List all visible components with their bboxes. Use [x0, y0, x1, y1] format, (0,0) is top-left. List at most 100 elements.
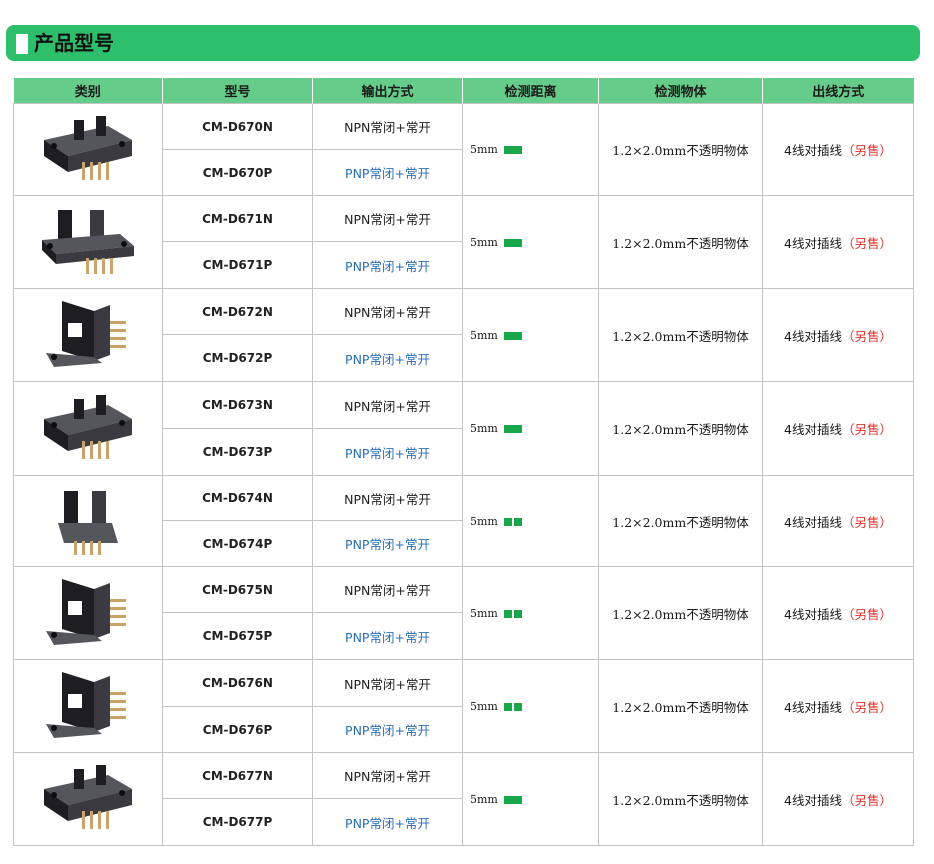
- distance-marker-icon: [503, 702, 522, 711]
- model-pnp: CM-D674P: [162, 520, 313, 567]
- table-row: CM-D676N NPN常闭+常开 5mm 1.2×2.0mm不透明物体 4线对插线（另…: [13, 659, 914, 753]
- output-npn: NPN常闭+常开: [312, 195, 463, 242]
- distance-marker-icon: [503, 609, 522, 618]
- detection-distance: 5mm: [462, 288, 599, 382]
- model-npn: CM-D671N: [162, 195, 313, 242]
- output-npn: NPN常闭+常开: [312, 566, 463, 613]
- output-pnp: PNP常闭+常开: [312, 798, 463, 846]
- detection-distance: 5mm: [462, 566, 599, 660]
- header-model: 型号: [162, 78, 313, 104]
- slot-optical-sensor-icon: [46, 301, 126, 367]
- detection-object: 1.2×2.0mm不透明物体: [598, 195, 763, 289]
- output-pnp: PNP常闭+常开: [312, 334, 463, 382]
- model-pnp: CM-D675P: [162, 612, 313, 660]
- distance-marker-icon: [503, 146, 522, 154]
- model-npn: CM-D673N: [162, 381, 313, 429]
- sold-separately-note: （另售）: [841, 606, 892, 622]
- table-row: CM-D675N NPN常闭+常开 5mm 1.2×2.0mm不透明物体 4线对插线（另…: [13, 566, 914, 660]
- table-header-row: 类别 型号 输出方式 检测距离 检测物体 出线方式: [13, 78, 914, 104]
- slot-optical-sensor-icon: [46, 672, 126, 738]
- output-npn: NPN常闭+常开: [312, 103, 463, 150]
- distance-marker-icon: [503, 425, 522, 433]
- model-npn: CM-D670N: [162, 103, 313, 150]
- detection-object: 1.2×2.0mm不透明物体: [598, 475, 763, 567]
- model-pnp: CM-D677P: [162, 798, 313, 846]
- wiring-label: 4线对插线: [784, 514, 842, 530]
- product-image-cell: [13, 475, 163, 567]
- detection-object: 1.2×2.0mm不透明物体: [598, 752, 763, 846]
- header-object: 检测物体: [598, 78, 763, 104]
- wiring-label: 4线对插线: [784, 422, 842, 437]
- distance-marker-icon: [503, 331, 522, 340]
- wiring-method: 4线对插线（另售）: [762, 475, 914, 567]
- slot-optical-sensor-icon: [44, 115, 132, 180]
- wiring-label: 4线对插线: [784, 328, 842, 344]
- product-model-table: 类别 型号 输出方式 检测距离 检测物体 出线方式 CM-D670N NPN常闭+…: [13, 78, 914, 846]
- detection-object: 1.2×2.0mm不透明物体: [598, 566, 763, 660]
- sold-separately-note: （另售）: [841, 328, 892, 344]
- output-npn: NPN常闭+常开: [312, 288, 463, 335]
- model-npn: CM-D675N: [162, 566, 313, 613]
- title-marker: [16, 34, 28, 54]
- distance-marker-icon: [503, 238, 522, 247]
- detection-distance: 5mm: [462, 381, 599, 476]
- output-pnp: PNP常闭+常开: [312, 149, 463, 196]
- output-npn: NPN常闭+常开: [312, 381, 463, 429]
- distance-value: 5mm: [470, 235, 498, 249]
- product-image-cell: [13, 566, 163, 660]
- detection-distance: 5mm: [462, 195, 599, 289]
- output-npn: NPN常闭+常开: [312, 475, 463, 521]
- sold-separately-note: （另售）: [841, 514, 892, 530]
- page-title: 产品型号: [34, 31, 114, 55]
- slot-optical-sensor-icon: [44, 765, 132, 829]
- output-pnp: PNP常闭+常开: [312, 241, 463, 289]
- product-image-cell: [13, 288, 163, 382]
- distance-value: 5mm: [470, 514, 498, 528]
- detection-object: 1.2×2.0mm不透明物体: [598, 103, 763, 196]
- distance-value: 5mm: [470, 699, 498, 713]
- wiring-label: 4线对插线: [784, 235, 842, 251]
- output-pnp: PNP常闭+常开: [312, 428, 463, 476]
- sold-separately-note: （另售）: [841, 235, 892, 251]
- model-npn: CM-D674N: [162, 475, 313, 521]
- detection-distance: 5mm: [462, 659, 599, 753]
- model-pnp: CM-D676P: [162, 706, 313, 753]
- product-image-cell: [13, 103, 163, 196]
- wiring-method: 4线对插线（另售）: [762, 566, 914, 660]
- distance-value: 5mm: [470, 143, 498, 156]
- distance-value: 5mm: [470, 792, 498, 806]
- product-image-cell: [13, 381, 163, 476]
- wiring-method: 4线对插线（另售）: [762, 752, 914, 846]
- detection-object: 1.2×2.0mm不透明物体: [598, 381, 763, 476]
- header-distance: 检测距离: [462, 78, 599, 104]
- wiring-label: 4线对插线: [784, 143, 842, 158]
- distance-value: 5mm: [470, 606, 498, 620]
- table-row: CM-D674N NPN常闭+常开 5mm 1.2×2.0mm不透明物体 4线对插线（另…: [13, 475, 914, 567]
- wiring-label: 4线对插线: [784, 699, 842, 715]
- detection-distance: 5mm: [462, 103, 599, 196]
- model-pnp: CM-D671P: [162, 241, 313, 289]
- slot-optical-sensor-icon: [46, 579, 126, 645]
- sold-separately-note: （另售）: [841, 422, 892, 437]
- model-npn: CM-D672N: [162, 288, 313, 335]
- header-category: 类别: [13, 78, 163, 104]
- slot-optical-sensor-icon: [58, 491, 118, 555]
- title-bar: 产品型号: [6, 25, 920, 61]
- sold-separately-note: （另售）: [841, 792, 892, 808]
- wiring-method: 4线对插线（另售）: [762, 195, 914, 289]
- model-pnp: CM-D673P: [162, 428, 313, 476]
- table-row: CM-D673N NPN常闭+常开 5mm 1.2×2.0mm不透明物体 4线对插线（另…: [13, 381, 914, 476]
- header-wiring: 出线方式: [762, 78, 914, 104]
- output-npn: NPN常闭+常开: [312, 659, 463, 707]
- model-pnp: CM-D672P: [162, 334, 313, 382]
- wiring-method: 4线对插线（另售）: [762, 381, 914, 476]
- sold-separately-note: （另售）: [841, 699, 892, 715]
- model-npn: CM-D677N: [162, 752, 313, 799]
- output-pnp: PNP常闭+常开: [312, 612, 463, 660]
- product-image-cell: [13, 659, 163, 753]
- detection-object: 1.2×2.0mm不透明物体: [598, 288, 763, 382]
- model-pnp: CM-D670P: [162, 149, 313, 196]
- wiring-method: 4线对插线（另售）: [762, 103, 914, 196]
- distance-value: 5mm: [470, 422, 498, 435]
- detection-distance: 5mm: [462, 475, 599, 567]
